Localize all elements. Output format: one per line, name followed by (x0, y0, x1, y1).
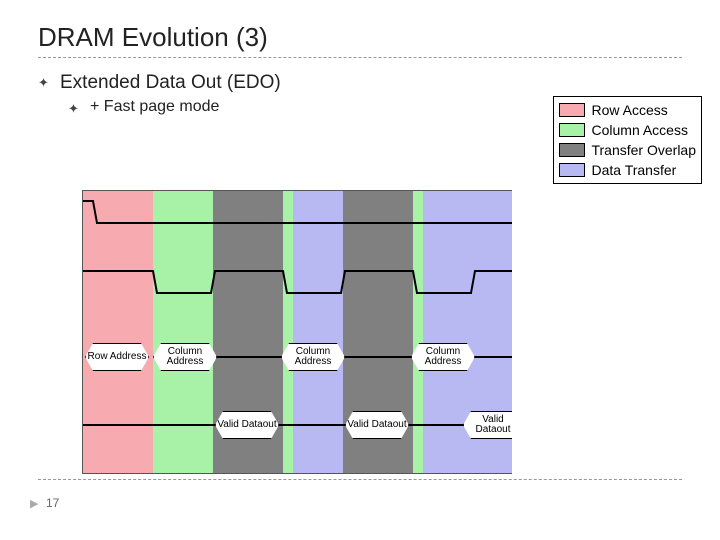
title-divider (38, 57, 682, 58)
legend-label: Column Access (591, 122, 687, 138)
swatch-icon (559, 103, 585, 117)
swatch-icon (559, 163, 585, 177)
page-number: 17 (46, 496, 59, 510)
timing-diagram: RAS CAS Address DQ Row Address Column Ad… (82, 190, 512, 474)
waveform-dq-idle (83, 409, 512, 441)
legend-transfer-overlap: Transfer Overlap (557, 140, 698, 160)
address-box-col: Column Address (281, 343, 345, 371)
swatch-icon (559, 143, 585, 157)
bullet-1-text: Extended Data Out (EDO) (60, 72, 281, 94)
address-box-col: Column Address (153, 343, 217, 371)
bullet-glyph-icon: ✦ (38, 72, 52, 94)
legend-row-access: Row Access (557, 100, 698, 120)
footer-divider (38, 479, 682, 480)
dq-box-valid: Valid Dataout (463, 411, 512, 439)
address-box-row: Row Address (85, 343, 149, 371)
waveform-ras (83, 197, 512, 227)
legend-data-transfer: Data Transfer (557, 160, 698, 180)
bullet-glyph-icon: ✦ (68, 98, 82, 120)
dq-box-valid: Valid Dataout (345, 411, 409, 439)
legend-label: Row Access (591, 102, 667, 118)
slide-title: DRAM Evolution (3) (38, 22, 682, 53)
bullet-2-text: + Fast page mode (90, 98, 219, 116)
bullet-level-1: ✦ Extended Data Out (EDO) (38, 72, 682, 94)
page-arrow-icon: ▶ (30, 497, 38, 510)
legend-box: Row Access Column Access Transfer Overla… (553, 96, 702, 184)
legend-label: Data Transfer (591, 162, 676, 178)
dq-box-valid: Valid Dataout (215, 411, 279, 439)
swatch-icon (559, 123, 585, 137)
legend-column-access: Column Access (557, 120, 698, 140)
address-box-col: Column Address (411, 343, 475, 371)
legend-label: Transfer Overlap (591, 142, 696, 158)
waveform-cas (83, 267, 512, 297)
